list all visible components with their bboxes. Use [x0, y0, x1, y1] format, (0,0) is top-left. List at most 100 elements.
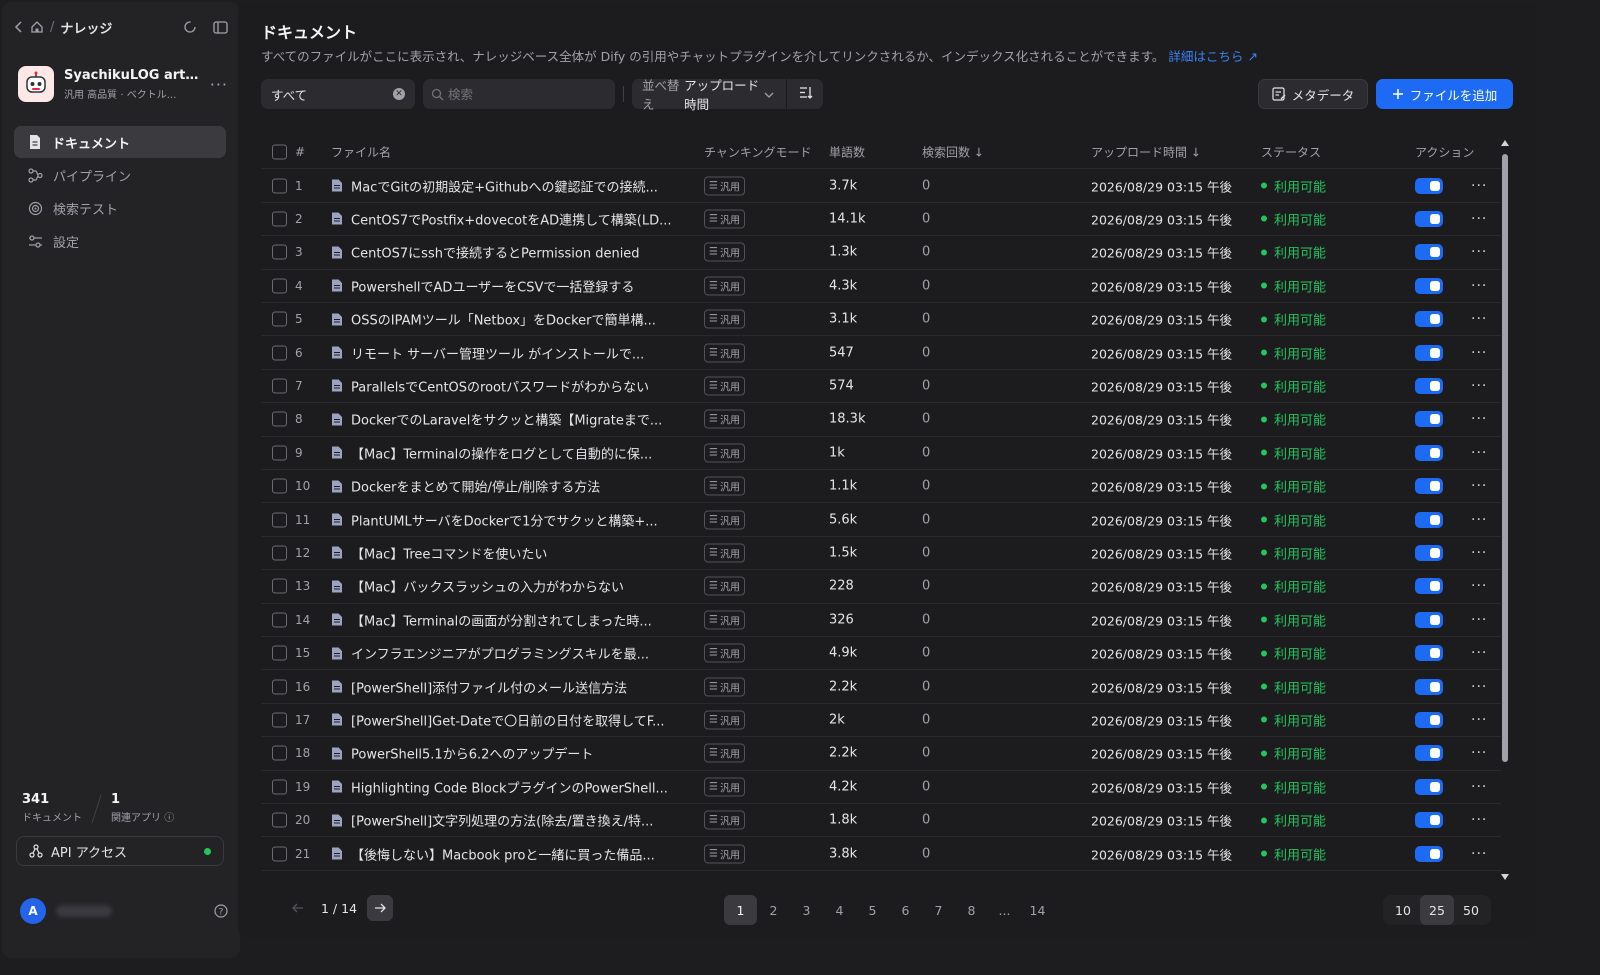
- table-scrollbar[interactable]: [1500, 138, 1510, 882]
- table-row[interactable]: 8 DockerでのLaravelをサクッと構築【Migrateまで... ☰ 汎…: [261, 403, 1501, 437]
- page-number[interactable]: 5: [856, 895, 889, 925]
- add-file-button[interactable]: ファイルを追加: [1376, 79, 1513, 109]
- row-checkbox[interactable]: [272, 578, 287, 594]
- avatar[interactable]: A: [20, 898, 46, 924]
- file-name-cell[interactable]: OSSのIPAMツール「Netbox」をDockerで簡単構...: [331, 310, 681, 329]
- more-actions-icon[interactable]: ···: [1471, 745, 1487, 761]
- table-row[interactable]: 11 PlantUMLサーバをDockerで1分でサクッと構築+... ☰ 汎用 …: [261, 503, 1501, 537]
- scroll-up-icon[interactable]: [1501, 140, 1509, 146]
- file-name-cell[interactable]: 【Mac】バックスラッシュの入力がわからない: [331, 577, 681, 596]
- file-name-cell[interactable]: 【Mac】Treeコマンドを使いたい: [331, 543, 681, 562]
- enable-toggle[interactable]: [1415, 778, 1443, 795]
- page-number[interactable]: 14: [1021, 895, 1054, 925]
- file-name-cell[interactable]: Highlighting Code BlockプラグインのPowerShell.…: [331, 777, 681, 796]
- more-actions-icon[interactable]: ···: [1471, 812, 1487, 828]
- more-actions-icon[interactable]: ···: [1471, 679, 1487, 695]
- table-row[interactable]: 13 【Mac】バックスラッシュの入力がわからない ☰ 汎用 228 0 2026…: [261, 570, 1501, 604]
- row-checkbox[interactable]: [272, 244, 287, 260]
- file-name-cell[interactable]: PlantUMLサーバをDockerで1分でサクッと構築+...: [331, 510, 681, 529]
- learn-more-link[interactable]: 詳細はこちら ↗: [1168, 49, 1257, 64]
- enable-toggle[interactable]: [1415, 311, 1443, 328]
- clear-icon[interactable]: ✕: [393, 88, 405, 100]
- page-number[interactable]: 2: [757, 895, 790, 925]
- table-row[interactable]: 7 ParallelsでCentOSのrootパスワードがわからない ☰ 汎用 5…: [261, 370, 1501, 404]
- table-row[interactable]: 9 【Mac】Terminalの操作をログとして自動的に保... ☰ 汎用 1k …: [261, 437, 1501, 470]
- table-row[interactable]: 1 MacでGitの初期設定+Githubへの鍵認証での接続... ☰ 汎用 3.…: [261, 169, 1501, 203]
- page-size-option[interactable]: 50: [1454, 895, 1488, 925]
- file-name-cell[interactable]: PowerShell5.1から6.2へのアップデート: [331, 744, 681, 763]
- sidebar-item-settings[interactable]: 設定: [14, 225, 226, 257]
- enable-toggle[interactable]: [1415, 812, 1443, 829]
- file-name-cell[interactable]: PowershellでADユーザーをCSVで一括登録する: [331, 276, 681, 295]
- more-actions-icon[interactable]: ···: [1471, 445, 1487, 461]
- enable-toggle[interactable]: [1415, 845, 1443, 862]
- more-actions-icon[interactable]: ···: [1471, 645, 1487, 661]
- row-checkbox[interactable]: [272, 478, 287, 494]
- table-row[interactable]: 15 インフラエンジニアがプログラミングスキルを最... ☰ 汎用 4.9k 0 …: [261, 637, 1501, 671]
- enable-toggle[interactable]: [1415, 210, 1443, 227]
- more-actions-icon[interactable]: ···: [1471, 378, 1487, 394]
- file-name-cell[interactable]: CentOS7でPostfix+dovecotをAD連携して構築(LD...: [331, 209, 681, 228]
- enable-toggle[interactable]: [1415, 544, 1443, 561]
- file-name-cell[interactable]: ParallelsでCentOSのrootパスワードがわからない: [331, 376, 681, 395]
- sidebar-item-pipeline[interactable]: パイプライン: [14, 159, 226, 191]
- file-name-cell[interactable]: リモート サーバー管理ツール がインストールで...: [331, 343, 681, 362]
- file-name-cell[interactable]: 【後悔しない】Macbook proと一緒に買った備品...: [331, 844, 681, 863]
- table-row[interactable]: 18 PowerShell5.1から6.2へのアップデート ☰ 汎用 2.2k 0…: [261, 737, 1501, 771]
- file-name-cell[interactable]: MacでGitの初期設定+Githubへの鍵認証での接続...: [331, 176, 681, 195]
- file-name-cell[interactable]: インフラエンジニアがプログラミングスキルを最...: [331, 644, 681, 663]
- more-actions-icon[interactable]: ···: [1471, 478, 1487, 494]
- row-checkbox[interactable]: [272, 779, 287, 795]
- row-checkbox[interactable]: [272, 745, 287, 761]
- enable-toggle[interactable]: [1415, 478, 1443, 495]
- prev-page-button[interactable]: [285, 895, 311, 921]
- table-row[interactable]: 19 Highlighting Code BlockプラグインのPowerShe…: [261, 771, 1501, 804]
- metadata-button[interactable]: メタデータ: [1258, 79, 1368, 109]
- back-chevron-icon[interactable]: [14, 21, 24, 33]
- col-hits[interactable]: 検索回数 ↓: [922, 144, 984, 161]
- sidebar-item-retrieval-test[interactable]: 検索テスト: [14, 192, 226, 224]
- sort-select[interactable]: 並べ替え アップロード時間: [632, 78, 823, 112]
- enable-toggle[interactable]: [1415, 444, 1443, 461]
- enable-toggle[interactable]: [1415, 711, 1443, 728]
- breadcrumb-current[interactable]: ナレッジ: [60, 18, 112, 37]
- row-checkbox[interactable]: [272, 311, 287, 327]
- row-checkbox[interactable]: [272, 612, 287, 628]
- table-row[interactable]: 5 OSSのIPAMツール「Netbox」をDockerで簡単構... ☰ 汎用 …: [261, 303, 1501, 337]
- refresh-icon[interactable]: [183, 20, 197, 34]
- table-row[interactable]: 16 [PowerShell]添付ファイル付のメール送信方法 ☰ 汎用 2.2k …: [261, 670, 1501, 704]
- panel-toggle-icon[interactable]: [213, 20, 228, 34]
- more-icon[interactable]: ···: [210, 75, 228, 94]
- page-number[interactable]: 6: [889, 895, 922, 925]
- next-page-button[interactable]: [367, 895, 394, 921]
- more-actions-icon[interactable]: ···: [1471, 211, 1487, 227]
- enable-toggle[interactable]: [1415, 611, 1443, 628]
- page-number[interactable]: 1: [724, 895, 757, 925]
- enable-toggle[interactable]: [1415, 678, 1443, 695]
- more-actions-icon[interactable]: ···: [1471, 345, 1487, 361]
- table-row[interactable]: 10 Dockerをまとめて開始/停止/削除する方法 ☰ 汎用 1.1k 0 20…: [261, 470, 1501, 504]
- row-checkbox[interactable]: [272, 411, 287, 427]
- scrollbar-thumb[interactable]: [1502, 154, 1508, 762]
- enable-toggle[interactable]: [1415, 344, 1443, 361]
- row-checkbox[interactable]: [272, 712, 287, 728]
- more-actions-icon[interactable]: ···: [1471, 311, 1487, 327]
- file-name-cell[interactable]: [PowerShell]Get-Dateで〇日前の日付を取得してF...: [331, 710, 681, 729]
- table-row[interactable]: 21 【後悔しない】Macbook proと一緒に買った備品... ☰ 汎用 3.…: [261, 837, 1501, 871]
- more-actions-icon[interactable]: ···: [1471, 512, 1487, 528]
- row-checkbox[interactable]: [272, 211, 287, 227]
- table-row[interactable]: 17 [PowerShell]Get-Dateで〇日前の日付を取得してF... …: [261, 704, 1501, 738]
- enable-toggle[interactable]: [1415, 511, 1443, 528]
- row-checkbox[interactable]: [272, 679, 287, 695]
- page-number[interactable]: 8: [955, 895, 988, 925]
- select-all-checkbox[interactable]: [272, 144, 287, 160]
- table-row[interactable]: 2 CentOS7でPostfix+dovecotをAD連携して構築(LD...…: [261, 203, 1501, 237]
- row-checkbox[interactable]: [272, 378, 287, 394]
- row-checkbox[interactable]: [272, 545, 287, 561]
- more-actions-icon[interactable]: ···: [1471, 779, 1487, 795]
- file-name-cell[interactable]: [PowerShell]添付ファイル付のメール送信方法: [331, 677, 681, 696]
- more-actions-icon[interactable]: ···: [1471, 278, 1487, 294]
- enable-toggle[interactable]: [1415, 411, 1443, 428]
- table-row[interactable]: 14 【Mac】Terminalの画面が分割されてしまった時... ☰ 汎用 32…: [261, 604, 1501, 637]
- file-name-cell[interactable]: CentOS7にsshで接続するとPermission denied: [331, 243, 681, 262]
